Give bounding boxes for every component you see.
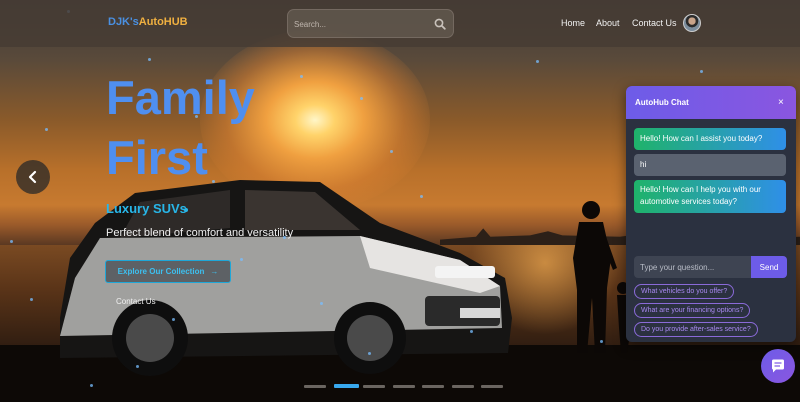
- particle: [90, 384, 93, 387]
- particle: [172, 318, 175, 321]
- logo-brand: AutoHUB: [138, 16, 188, 28]
- chevron-left-icon: [28, 170, 37, 184]
- chat-title: AutoHub Chat: [635, 98, 689, 107]
- particle: [470, 330, 473, 333]
- hero-tagline: Perfect blend of comfort and versatility: [106, 227, 294, 239]
- navbar: DJK'sAutoHUB Home About Contact Us: [0, 0, 800, 47]
- carousel-indicator[interactable]: [422, 385, 444, 388]
- suggestion-chip[interactable]: Do you provide after-sales service?: [634, 322, 758, 337]
- explore-collection-button[interactable]: Explore Our Collection →: [105, 260, 231, 283]
- nav-link-about[interactable]: About: [596, 18, 620, 28]
- search-icon[interactable]: [434, 18, 446, 30]
- particle: [420, 195, 423, 198]
- chat-bubble-icon: [772, 359, 784, 373]
- particle: [45, 128, 48, 131]
- carousel-indicator[interactable]: [304, 385, 326, 388]
- carousel-prev-button[interactable]: [16, 160, 50, 194]
- suggestion-chip[interactable]: What vehicles do you offer?: [634, 284, 735, 299]
- chat-message-bot: Hello! How can I help you with our autom…: [634, 180, 786, 213]
- logo-prefix: DJK's: [108, 16, 139, 28]
- chat-input[interactable]: [634, 256, 751, 278]
- chat-header: AutoHub Chat ×: [626, 86, 796, 119]
- user-avatar[interactable]: [683, 14, 701, 32]
- hero-title-line1: Family: [106, 71, 255, 124]
- nav-link-contact[interactable]: Contact Us: [632, 18, 677, 28]
- hero-contact-link[interactable]: Contact Us: [116, 297, 156, 306]
- particle: [212, 180, 215, 183]
- particle: [700, 70, 703, 73]
- particle: [30, 298, 33, 301]
- chat-message-bot: Hello! How can I assist you today?: [634, 128, 786, 150]
- close-icon[interactable]: ×: [778, 97, 784, 108]
- chat-toggle-button[interactable]: [761, 349, 795, 383]
- carousel-indicator[interactable]: [392, 385, 415, 388]
- particle: [300, 75, 303, 78]
- search-input[interactable]: [294, 16, 424, 32]
- carousel-indicator[interactable]: [333, 384, 359, 388]
- particle: [10, 240, 13, 243]
- particle: [240, 258, 243, 261]
- carousel-indicator[interactable]: [451, 385, 474, 388]
- hero-title-line2: First: [106, 131, 208, 184]
- site-logo[interactable]: DJK'sAutoHUB: [108, 16, 188, 28]
- particle: [360, 97, 363, 100]
- nav-link-home[interactable]: Home: [561, 18, 585, 28]
- hero-subtitle: Luxury SUVs: [106, 201, 187, 216]
- carousel-indicator[interactable]: [481, 385, 503, 388]
- particle: [136, 365, 139, 368]
- carousel-indicator[interactable]: [363, 385, 385, 388]
- chat-panel: AutoHub Chat × Hello! How can I assist y…: [626, 86, 796, 342]
- particle: [390, 150, 393, 153]
- arrow-right-icon: →: [210, 267, 219, 276]
- search-box: [287, 9, 454, 38]
- particle: [148, 58, 151, 61]
- particle: [320, 302, 323, 305]
- subtitle-dot: [184, 208, 188, 212]
- explore-button-label: Explore Our Collection: [117, 267, 205, 276]
- suggestion-chip[interactable]: What are your financing options?: [634, 303, 751, 318]
- particle: [600, 340, 603, 343]
- chat-message-user: hi: [634, 154, 786, 176]
- particle: [536, 60, 539, 63]
- particle: [368, 352, 371, 355]
- send-button[interactable]: Send: [751, 256, 787, 278]
